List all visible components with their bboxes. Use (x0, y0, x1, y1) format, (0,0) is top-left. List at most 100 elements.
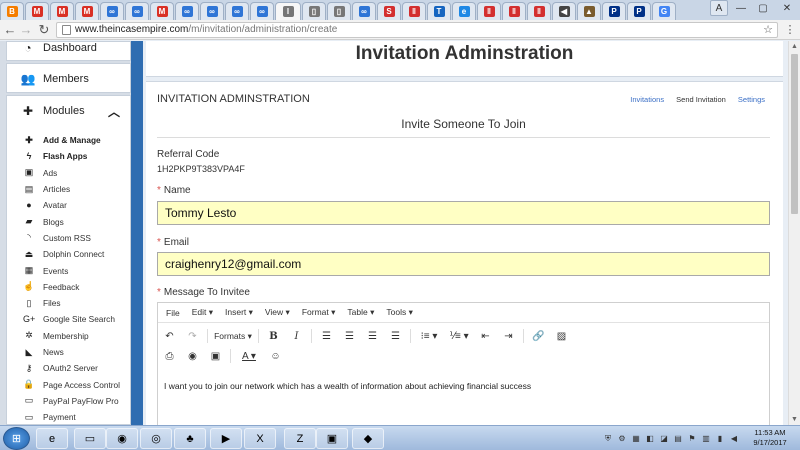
browser-tab[interactable]: M (150, 2, 174, 20)
undo-icon[interactable]: ↶ (158, 331, 181, 342)
sidebar-module-item[interactable]: ✚ Add & Manage (7, 132, 130, 148)
sidebar-module-item[interactable]: ▭ Payment (7, 409, 130, 425)
taskbar-app-button[interactable]: X (244, 428, 276, 449)
forward-arrow-icon[interactable]: → (18, 22, 34, 38)
sidebar-module-item[interactable]: ⏏ Dolphin Connect (7, 246, 130, 262)
align-right-icon[interactable]: ☰ (361, 331, 384, 342)
editor-menu-item[interactable]: Format ▾ (302, 307, 336, 318)
align-justify-icon[interactable]: ☰ (384, 331, 407, 342)
start-button[interactable]: ⊞ (3, 427, 30, 450)
browser-tab[interactable]: T (427, 2, 451, 20)
indent-icon[interactable]: ⇥ (497, 331, 520, 342)
bullet-list-icon[interactable]: ⁝≡ ▾ (414, 331, 444, 342)
page-scrollbar[interactable]: ▲ ▼ (788, 41, 800, 425)
browser-tab[interactable]: ‖ (502, 2, 526, 20)
sidebar-item-modules[interactable]: ✚ Modules ︿ (7, 96, 130, 126)
browser-tab[interactable]: ∞ (200, 2, 224, 20)
taskbar-app-button[interactable]: ◉ (106, 428, 138, 449)
sidebar-module-item[interactable]: ▰ Blogs (7, 213, 130, 229)
tray-app-icon[interactable]: ▥ (701, 434, 711, 443)
sidebar-module-item[interactable]: ● Avatar (7, 197, 130, 213)
shield-icon[interactable]: ⛨ (603, 434, 613, 444)
editor-menu-item[interactable]: Table ▾ (347, 307, 374, 318)
flag-icon[interactable]: ⚑ (687, 434, 697, 443)
email-field[interactable]: craighenry12@gmail.com (157, 252, 770, 276)
sidebar-module-item[interactable]: ◝ Custom RSS (7, 230, 130, 246)
back-arrow-icon[interactable]: ← (2, 22, 18, 38)
taskbar-app-button[interactable]: ◆ (352, 428, 384, 449)
taskbar-app-button[interactable]: Z (284, 428, 316, 449)
emoticon-icon[interactable]: ☺ (264, 351, 287, 362)
editor-menu-item[interactable]: Edit ▾ (192, 307, 213, 318)
text-color-icon[interactable]: A ▾ (234, 351, 264, 362)
browser-tab[interactable]: ∞ (100, 2, 124, 20)
tray-app-icon[interactable]: ▦ (631, 434, 641, 443)
sidebar-item-members[interactable]: 👥 Members (6, 63, 131, 93)
bookmark-star-icon[interactable]: ☆ (763, 23, 773, 37)
taskbar-app-button[interactable]: ♣ (174, 428, 206, 449)
browser-tab[interactable]: B (0, 2, 24, 20)
browser-tab[interactable]: S (377, 2, 401, 20)
browser-tab[interactable]: M (50, 2, 74, 20)
browser-tab[interactable]: ▯ (302, 2, 326, 20)
tray-app-icon[interactable]: ▤ (673, 434, 683, 443)
taskbar-app-button[interactable]: ◎ (140, 428, 172, 449)
link-invitations[interactable]: Invitations (630, 95, 664, 104)
browser-tab[interactable]: ‖ (527, 2, 551, 20)
browser-tab[interactable]: ▯ (327, 2, 351, 20)
browser-tab[interactable]: P (602, 2, 626, 20)
taskbar-app-button[interactable]: ▣ (316, 428, 348, 449)
browser-tab[interactable]: ▲ (577, 2, 601, 20)
network-icon[interactable]: ▮ (715, 434, 725, 443)
tray-app-icon[interactable]: ◪ (659, 434, 669, 443)
sidebar-module-item[interactable]: ☝ Feedback (7, 279, 130, 295)
sidebar-module-item[interactable]: ▣ Ads (7, 165, 130, 181)
media-icon[interactable]: ▣ (204, 351, 227, 362)
sidebar-module-item[interactable]: 🔒 Page Access Control (7, 376, 130, 392)
outdent-icon[interactable]: ⇤ (474, 331, 497, 342)
browser-tab[interactable]: M (25, 2, 49, 20)
sidebar-module-item[interactable]: ⚷ OAuth2 Server (7, 360, 130, 376)
maximize-button[interactable]: ▢ (752, 0, 774, 16)
reload-icon[interactable]: ↻ (36, 22, 52, 38)
link-settings[interactable]: Settings (738, 95, 765, 104)
volume-icon[interactable]: ◀ (729, 434, 739, 443)
address-bar[interactable]: www.theincasempire.com/m/invitation/admi… (56, 22, 778, 38)
sidebar-module-item[interactable]: ▦ Events (7, 262, 130, 278)
taskbar-app-button[interactable]: ▭ (74, 428, 106, 449)
taskbar-app-button[interactable]: e (36, 428, 68, 449)
browser-tab[interactable]: I (275, 2, 301, 20)
sidebar-module-item[interactable]: ▯ Files (7, 295, 130, 311)
bold-icon[interactable]: B (262, 331, 285, 342)
print-icon[interactable]: ⎙ (158, 351, 181, 362)
align-center-icon[interactable]: ☰ (338, 331, 361, 342)
sidebar-module-item[interactable]: ◣ News (7, 344, 130, 360)
browser-tab[interactable]: G (652, 2, 676, 20)
browser-tab[interactable]: ◀ (552, 2, 576, 20)
clock[interactable]: 11:53 AM 9/17/2017 (744, 428, 796, 448)
editor-menu-item[interactable]: View ▾ (265, 307, 290, 318)
tray-app-icon[interactable]: ⚙ (617, 434, 627, 443)
italic-icon[interactable]: I (285, 331, 308, 342)
browser-tab[interactable]: ∞ (225, 2, 249, 20)
browser-tab[interactable]: ∞ (352, 2, 376, 20)
close-button[interactable]: ✕ (774, 0, 800, 16)
taskbar-app-button[interactable]: ▶ (210, 428, 242, 449)
editor-menu-item[interactable]: Insert ▾ (225, 307, 253, 318)
preview-icon[interactable]: ◉ (181, 351, 204, 362)
browser-tab[interactable]: M (75, 2, 99, 20)
numbered-list-icon[interactable]: ⅟≡ ▾ (444, 331, 474, 342)
chevron-up-icon[interactable]: ︿ (108, 103, 120, 120)
editor-menu-item[interactable]: File (166, 308, 180, 318)
profile-button[interactable]: A (710, 0, 728, 16)
link-icon[interactable]: 🔗 (527, 331, 550, 342)
link-send-invitation[interactable]: Send Invitation (676, 95, 726, 104)
sidebar-module-item[interactable]: ✲ Membership (7, 328, 130, 344)
sidebar-module-item[interactable]: G+ Google Site Search (7, 311, 130, 327)
browser-tab[interactable]: ∞ (175, 2, 199, 20)
sidebar-module-item[interactable]: ▭ PayPal PayFlow Pro (7, 393, 130, 409)
image-icon[interactable]: ▨ (550, 331, 573, 342)
tray-app-icon[interactable]: ◧ (645, 434, 655, 443)
browser-menu-icon[interactable]: ⋮ (782, 22, 798, 38)
sidebar-module-item[interactable]: ϟ Flash Apps (7, 148, 130, 164)
